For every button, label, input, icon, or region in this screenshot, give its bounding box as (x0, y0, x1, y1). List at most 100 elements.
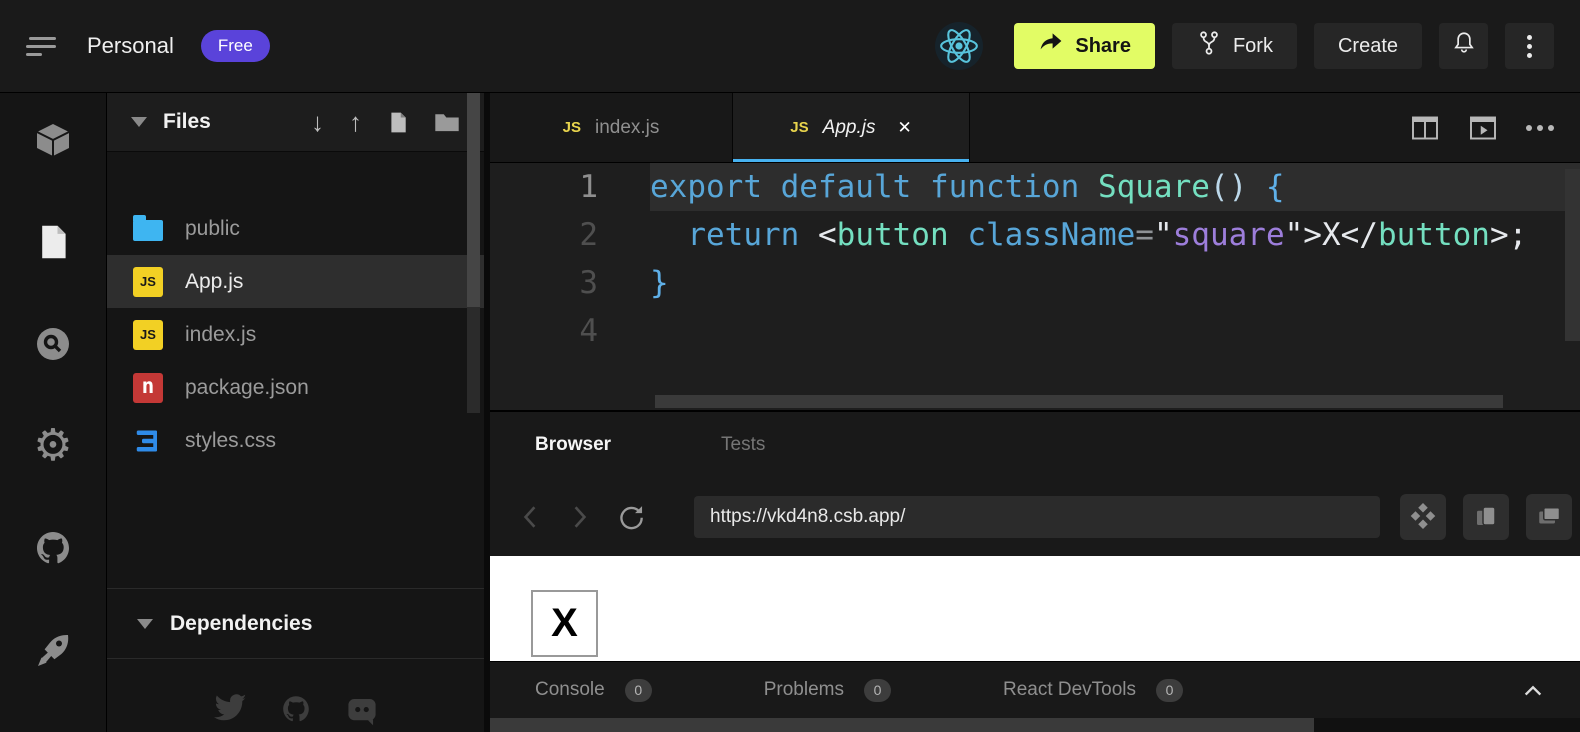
dependencies-header[interactable]: Dependencies (107, 588, 484, 659)
forward-icon[interactable] (562, 499, 598, 535)
line-number: 2 (490, 211, 650, 259)
more-menu-button[interactable] (1505, 23, 1554, 69)
twitter-icon[interactable] (213, 693, 247, 732)
create-button[interactable]: Create (1314, 23, 1422, 69)
bell-icon (1451, 29, 1477, 63)
cube-icon[interactable] (33, 120, 73, 160)
social-links (107, 659, 484, 732)
menu-icon[interactable] (26, 32, 60, 61)
js-file-icon: JS (133, 320, 163, 350)
file-row-styles-css[interactable]: styles.css (107, 414, 484, 467)
file-label: package.json (185, 376, 309, 400)
editor-tab-bar: JS index.js JS App.js ✕ (490, 93, 1580, 163)
open-in-new-window-button[interactable] (1526, 494, 1572, 540)
url-input[interactable] (694, 496, 1380, 538)
npm-file-icon: n (133, 373, 163, 403)
file-label: public (185, 217, 240, 241)
file-label: styles.css (185, 429, 276, 453)
line-number: 4 (490, 307, 650, 355)
editor-more-icon[interactable] (1526, 125, 1554, 131)
react-devtools-count-badge: 0 (1156, 679, 1183, 702)
js-file-icon: JS (563, 119, 581, 136)
console-label: Console (535, 679, 605, 701)
file-row-app-js[interactable]: JS App.js (107, 255, 484, 308)
notifications-button[interactable] (1439, 23, 1488, 69)
settings-icon[interactable]: ⚙ (33, 426, 73, 466)
chevron-down-icon (137, 619, 153, 629)
workspace-name[interactable]: Personal (87, 33, 174, 59)
react-devtools-tab[interactable]: React DevTools 0 (1003, 679, 1183, 702)
file-label: index.js (185, 323, 256, 347)
code-editor[interactable]: 1export default function Square() {2 ret… (490, 163, 1580, 410)
fork-button[interactable]: Fork (1172, 23, 1297, 69)
problems-label: Problems (764, 679, 844, 701)
refresh-icon[interactable] (612, 499, 648, 535)
console-tab[interactable]: Console 0 (535, 679, 652, 702)
files-panel-header: Files ↓ ↑ (107, 93, 484, 152)
preview-square-button[interactable]: X (531, 590, 598, 657)
search-icon[interactable] (33, 324, 73, 364)
preview-tab-bar: Browser Tests (490, 412, 1580, 478)
share-button[interactable]: Share (1014, 23, 1155, 69)
tab-app-js[interactable]: JS App.js ✕ (733, 93, 970, 162)
css-file-icon (133, 426, 163, 456)
rocket-icon[interactable] (33, 630, 73, 670)
kebab-menu-icon (1527, 35, 1532, 58)
file-row-package-json[interactable]: n package.json (107, 361, 484, 414)
file-tree: public JS App.js JS index.js n package.j… (107, 202, 484, 467)
diamonds-icon (1408, 501, 1438, 534)
open-preview-icon[interactable] (1468, 114, 1498, 142)
github-icon[interactable] (280, 693, 312, 732)
chevron-down-icon[interactable] (131, 117, 147, 127)
close-icon[interactable]: ✕ (897, 118, 911, 138)
files-title: Files (163, 110, 211, 134)
browser-preview: X (490, 556, 1580, 661)
react-logo-icon (935, 22, 983, 70)
file-row-index-js[interactable]: JS index.js (107, 308, 484, 361)
code-line[interactable]: 3} (490, 259, 1580, 307)
browser-panel: Browser Tests (490, 410, 1580, 732)
folder-icon (133, 214, 163, 244)
plan-badge: Free (201, 30, 270, 62)
upload-icon[interactable]: ↑ (349, 109, 362, 135)
editor: JS index.js JS App.js ✕ (490, 93, 1580, 410)
fork-icon (1196, 29, 1222, 63)
share-icon (1038, 31, 1064, 61)
code-line[interactable]: 1export default function Square() { (490, 163, 1580, 211)
dependencies-title: Dependencies (170, 612, 312, 636)
problems-tab[interactable]: Problems 0 (764, 679, 891, 702)
new-file-icon[interactable] (387, 110, 409, 135)
files-scrollbar[interactable] (467, 93, 480, 413)
split-editor-icon[interactable] (1410, 114, 1440, 142)
github-icon[interactable] (33, 528, 73, 568)
code-line[interactable]: 2 return <button className="square">X</b… (490, 211, 1580, 259)
file-label: App.js (185, 270, 243, 294)
discord-icon[interactable] (345, 693, 379, 732)
windows-icon (1534, 501, 1564, 534)
preview-menu-button[interactable] (1400, 494, 1446, 540)
line-number: 1 (490, 163, 650, 211)
file-row-public[interactable]: public (107, 202, 484, 255)
tab-index-js[interactable]: JS index.js (490, 93, 733, 162)
devtools-bar: Console 0 Problems 0 React DevTools 0 (490, 661, 1580, 718)
horizontal-scrollbar[interactable] (655, 395, 1503, 408)
tab-tests[interactable]: Tests (721, 434, 765, 456)
chevron-up-icon[interactable] (1522, 682, 1544, 698)
vertical-scrollbar[interactable] (1565, 169, 1580, 341)
top-bar: Personal Free Share (0, 0, 1580, 93)
console-count-badge: 0 (625, 679, 652, 702)
code-line[interactable]: 4 (490, 307, 1580, 355)
download-icon[interactable]: ↓ (311, 109, 324, 135)
file-explorer-icon[interactable] (33, 222, 73, 262)
react-devtools-label: React DevTools (1003, 679, 1136, 701)
line-number: 3 (490, 259, 650, 307)
panel-bottom-scrollbar[interactable] (490, 718, 1580, 732)
js-file-icon: JS (133, 267, 163, 297)
devtools-button[interactable] (1463, 494, 1509, 540)
js-file-icon: JS (790, 119, 808, 136)
back-icon[interactable] (512, 499, 548, 535)
problems-count-badge: 0 (864, 679, 891, 702)
tab-label: index.js (595, 117, 659, 139)
new-folder-icon[interactable] (434, 111, 460, 133)
tab-browser[interactable]: Browser (535, 434, 611, 456)
